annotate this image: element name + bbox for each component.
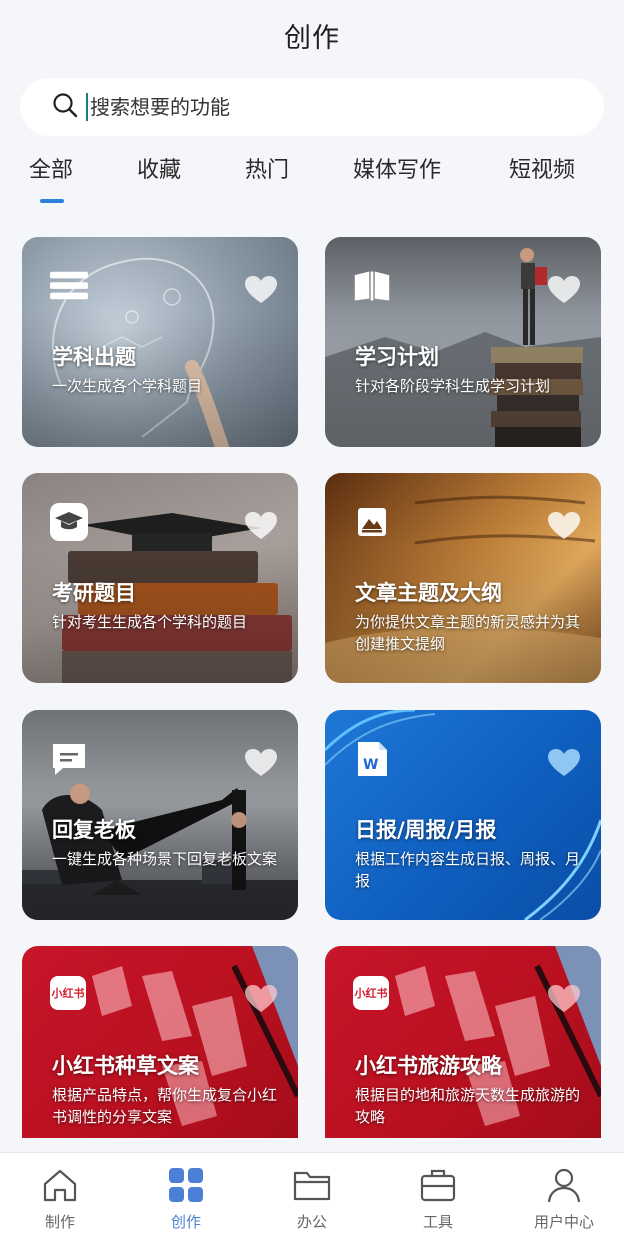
nav-label: 工具 xyxy=(422,1213,453,1231)
grid-icon xyxy=(136,1165,236,1205)
list-icon xyxy=(50,267,88,305)
xiaohongshu-logo-icon: 小红书 xyxy=(353,976,389,1010)
user-icon xyxy=(514,1165,614,1205)
xiaohongshu-logo-text: 小红书 xyxy=(354,987,388,1000)
search-bar[interactable] xyxy=(20,78,604,136)
favorite-heart-icon[interactable] xyxy=(547,511,581,541)
svg-text:W: W xyxy=(363,757,378,773)
book-icon xyxy=(353,267,391,305)
card-xiaohongshu-product-copy[interactable]: 小红书 小红书种草文案 根据产品特点，帮你生成复合小红书调性的分享文案 xyxy=(22,946,298,1138)
card-title: 小红书种草文案 xyxy=(52,1054,199,1078)
favorite-heart-icon[interactable] xyxy=(244,984,278,1014)
card-description: 为你提供文章主题的新灵感并为其创建推文提纲 xyxy=(355,613,581,653)
card-article-topic-outline[interactable]: 文章主题及大纲 为你提供文章主题的新灵感并为其创建推文提纲 xyxy=(325,473,601,683)
chat-bubble-icon xyxy=(50,740,88,778)
card-description: 根据工作内容生成日报、周报、月报 xyxy=(355,850,581,890)
graduation-cap-icon xyxy=(50,503,88,541)
favorite-heart-icon[interactable] xyxy=(244,275,278,305)
home-icon xyxy=(10,1165,110,1205)
card-subject-questions[interactable]: 学科出题 一次生成各个学科题目 xyxy=(22,237,298,447)
card-description: 针对各阶段学科生成学习计划 xyxy=(355,377,551,395)
card-title: 回复老板 xyxy=(52,818,136,842)
category-tabs: 全部 收藏 热门 媒体写作 短视频 xyxy=(0,152,624,208)
nav-make[interactable]: 制作 xyxy=(10,1165,110,1232)
nav-create[interactable]: 创作 xyxy=(136,1165,236,1232)
folder-icon xyxy=(262,1165,362,1205)
bottom-nav: 制作 创作 办公 工具 用户中心 xyxy=(0,1152,624,1246)
xiaohongshu-logo-icon: 小红书 xyxy=(50,976,86,1010)
card-title: 学科出题 xyxy=(52,345,136,369)
search-input[interactable] xyxy=(90,95,510,119)
card-description: 针对考生生成各个学科的题目 xyxy=(52,613,248,631)
nav-tools[interactable]: 工具 xyxy=(388,1165,488,1232)
card-reply-boss[interactable]: 回复老板 一键生成各种场景下回复老板文案 xyxy=(22,710,298,920)
nav-label: 制作 xyxy=(44,1213,75,1231)
xiaohongshu-logo-text: 小红书 xyxy=(51,987,85,1000)
card-description: 根据产品特点，帮你生成复合小红书调性的分享文案 xyxy=(52,1086,278,1126)
card-title: 学习计划 xyxy=(355,345,439,369)
favorite-heart-icon[interactable] xyxy=(244,511,278,541)
card-title: 小红书旅游攻略 xyxy=(355,1054,502,1078)
card-title: 文章主题及大纲 xyxy=(355,581,502,605)
card-xiaohongshu-travel-guide[interactable]: 小红书 小红书旅游攻略 根据目的地和旅游天数生成旅游的攻略 xyxy=(325,946,601,1138)
tab-short-video[interactable]: 短视频 xyxy=(509,152,575,184)
nav-label: 办公 xyxy=(296,1213,327,1231)
page-title: 创作 xyxy=(284,23,340,54)
card-title: 考研题目 xyxy=(52,581,136,605)
search-icon xyxy=(52,92,78,122)
tab-popular[interactable]: 热门 xyxy=(245,152,289,184)
card-title: 日报/周报/月报 xyxy=(355,818,497,842)
nav-label: 创作 xyxy=(170,1213,201,1231)
card-postgrad-questions[interactable]: 考研题目 针对考生生成各个学科的题目 xyxy=(22,473,298,683)
card-description: 一键生成各种场景下回复老板文案 xyxy=(52,850,278,868)
favorite-heart-icon[interactable] xyxy=(547,984,581,1014)
favorite-heart-icon[interactable] xyxy=(547,748,581,778)
favorite-heart-icon[interactable] xyxy=(244,748,278,778)
image-icon xyxy=(353,503,391,541)
active-tab-indicator xyxy=(40,199,64,203)
briefcase-icon xyxy=(388,1165,488,1205)
favorite-heart-icon[interactable] xyxy=(547,275,581,305)
tab-all[interactable]: 全部 xyxy=(29,152,73,184)
word-doc-icon: W xyxy=(353,740,391,778)
tab-media-writing[interactable]: 媒体写作 xyxy=(353,152,441,184)
card-description: 一次生成各个学科题目 xyxy=(52,377,203,395)
nav-label: 用户中心 xyxy=(533,1213,594,1231)
tab-favorites[interactable]: 收藏 xyxy=(137,152,181,184)
card-description: 根据目的地和旅游天数生成旅游的攻略 xyxy=(355,1086,581,1126)
card-study-plan[interactable]: 学习计划 针对各阶段学科生成学习计划 xyxy=(325,237,601,447)
nav-office[interactable]: 办公 xyxy=(262,1165,362,1232)
text-cursor xyxy=(86,93,88,121)
nav-user-center[interactable]: 用户中心 xyxy=(514,1165,614,1232)
card-daily-weekly-monthly-report[interactable]: W 日报/周报/月报 根据工作内容生成日报、周报、月报 xyxy=(325,710,601,920)
